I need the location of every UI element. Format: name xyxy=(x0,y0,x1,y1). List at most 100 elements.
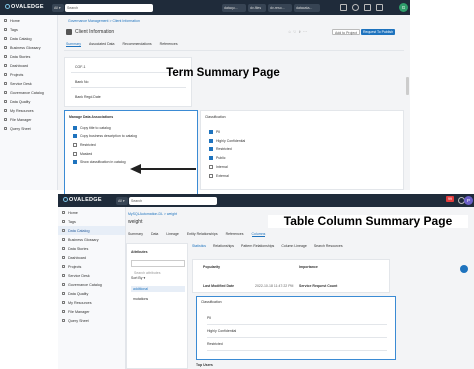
tab-recommendations[interactable]: Recommendations xyxy=(122,42,151,47)
user-avatar[interactable]: G xyxy=(399,3,408,12)
sidebar-item-service-desk[interactable]: Service Desk xyxy=(0,79,57,88)
tab-lineage[interactable]: Lineage xyxy=(166,232,178,237)
checkbox-row: Copy business description to catalog xyxy=(73,134,137,140)
sidebar-item-label: My Resources xyxy=(68,300,92,305)
sidebar-item-data-catalog[interactable]: Data Catalog xyxy=(58,226,125,235)
apps-icon[interactable] xyxy=(376,4,383,11)
checkbox-label: External xyxy=(216,173,229,178)
search-scope-dropdown[interactable]: All ▾ xyxy=(52,3,64,12)
sidebar-item-label: Query Sheet xyxy=(10,126,31,131)
add-to-project-button[interactable]: Add to Project xyxy=(332,29,360,35)
checkbox[interactable] xyxy=(73,125,77,130)
scrollbar[interactable] xyxy=(406,77,409,95)
breadcrumb[interactable]: MySQLAutomation-DL > weight xyxy=(128,212,177,216)
sidebar-item-label: Data Stories xyxy=(68,246,89,251)
sidebar-item-projects[interactable]: Projects xyxy=(58,262,125,271)
sidebar-item-data-quality[interactable]: Data Quality xyxy=(0,97,57,106)
tab-associated-data[interactable]: Associated Data xyxy=(89,42,115,47)
checkbox[interactable] xyxy=(209,156,213,161)
sidebar-item-governance-catalog[interactable]: Governance Catalog xyxy=(0,88,57,97)
attribute-item-mutations[interactable]: mutations xyxy=(131,296,150,302)
checkbox[interactable] xyxy=(73,134,77,139)
query-icon xyxy=(4,127,7,130)
service-request-label: Service Request Count xyxy=(299,284,338,288)
subtab-search-resources[interactable]: Search Resources xyxy=(314,244,343,248)
checkbox[interactable] xyxy=(209,173,213,178)
search-attributes-input[interactable]: Search attributes xyxy=(131,260,185,275)
tag-icon xyxy=(4,28,7,31)
user-avatar[interactable]: P xyxy=(464,196,473,205)
sort-by-dropdown[interactable]: Sort By ▾ xyxy=(131,276,145,280)
checkbox[interactable] xyxy=(73,142,77,147)
checkbox[interactable] xyxy=(209,164,213,169)
attributes-title: Attributes xyxy=(131,250,148,254)
home-icon xyxy=(62,211,65,214)
sidebar-item-my-resources[interactable]: My Resources xyxy=(0,106,57,115)
sidebar-item-file-manager[interactable]: File Manager xyxy=(0,115,57,124)
checkbox[interactable] xyxy=(73,160,77,165)
sidebar-item-home[interactable]: Home xyxy=(0,16,57,25)
sidebar-item-dashboard[interactable]: Dashboard xyxy=(0,61,57,70)
attribute-item-additional[interactable]: additional xyxy=(131,286,185,292)
open-tab-3[interactable]: dv-reso... xyxy=(268,3,292,12)
tab-columns[interactable]: Columns xyxy=(251,232,266,237)
sidebar-item-business-glossary[interactable]: Business Glossary xyxy=(58,235,125,244)
favorite-icon[interactable]: ☆ xyxy=(288,30,291,34)
open-tab-1[interactable]: dataqu... xyxy=(222,3,246,12)
subtab-column-lineage[interactable]: Column Lineage xyxy=(281,244,307,248)
tab-data[interactable]: Data xyxy=(151,232,158,237)
sidebar-item-tags[interactable]: Tags xyxy=(0,25,57,34)
app-logo[interactable]: OVALEDGE xyxy=(63,197,102,203)
sidebar-item-query-sheet[interactable]: Query Sheet xyxy=(0,124,57,133)
tab-references[interactable]: References xyxy=(160,42,178,47)
tab-references[interactable]: References xyxy=(226,232,244,237)
bottom-navbar: OVALEDGE All ▾ Search 99 P xyxy=(58,194,474,207)
sidebar-item-tags[interactable]: Tags xyxy=(58,217,125,226)
field-bank-no: Bank No xyxy=(75,80,89,84)
checkbox[interactable] xyxy=(73,151,77,156)
sidebar-item-service-desk[interactable]: Service Desk xyxy=(58,271,125,280)
tabs-divider xyxy=(64,50,404,51)
sidebar-item-projects[interactable]: Projects xyxy=(0,70,57,79)
sidebar-item-data-stories[interactable]: Data Stories xyxy=(0,52,57,61)
sidebar-item-home[interactable]: Home xyxy=(58,208,125,217)
sidebar-item-data-quality[interactable]: Data Quality xyxy=(58,289,125,298)
checkbox[interactable] xyxy=(209,129,213,134)
checkbox[interactable] xyxy=(209,138,213,143)
sidebar-item-dashboard[interactable]: Dashboard xyxy=(58,253,125,262)
global-search-input[interactable]: Search xyxy=(129,196,217,205)
subtab-statistics[interactable]: Statistics xyxy=(192,244,206,248)
checkbox[interactable] xyxy=(209,147,213,152)
sidebar-item-business-glossary[interactable]: Business Glossary xyxy=(0,43,57,52)
like-icon[interactable]: ♡ xyxy=(293,30,296,34)
subtab-relationships[interactable]: Relationships xyxy=(213,244,234,248)
column-title: weight xyxy=(128,219,143,225)
settings-icon[interactable] xyxy=(364,4,371,11)
request-publish-button[interactable]: Request To Publish xyxy=(361,29,396,35)
open-tab-4[interactable]: datacata... xyxy=(294,3,320,12)
subtab-pattern-relationships[interactable]: Pattern Relationships xyxy=(241,244,274,248)
tab-summary[interactable]: Summary xyxy=(66,42,81,47)
search-scope-dropdown[interactable]: All ▾ xyxy=(116,196,128,205)
sidebar-item-file-manager[interactable]: File Manager xyxy=(58,307,125,316)
tab-summary[interactable]: Summary xyxy=(128,232,143,237)
checkbox-row: Masked xyxy=(73,151,137,157)
sidebar-item-governance-catalog[interactable]: Governance Catalog xyxy=(58,280,125,289)
notification-badge[interactable]: 99 xyxy=(446,196,454,202)
sidebar-item-my-resources[interactable]: My Resources xyxy=(58,298,125,307)
sidebar-item-data-catalog[interactable]: Data Catalog xyxy=(0,34,57,43)
more-icon[interactable]: ⋯ xyxy=(303,30,307,34)
tab-entity-relationships[interactable]: Entity Relationships xyxy=(187,232,218,237)
help-icon[interactable] xyxy=(352,4,359,11)
sidebar-item-data-stories[interactable]: Data Stories xyxy=(58,244,125,253)
share-icon[interactable]: ⇪ xyxy=(298,30,301,34)
open-tab-2[interactable]: dv-files xyxy=(248,3,266,12)
sidebar-item-label: Service Desk xyxy=(10,81,32,86)
notification-icon[interactable] xyxy=(340,4,347,11)
help-fab-icon[interactable] xyxy=(460,265,468,273)
sidebar-item-query-sheet[interactable]: Query Sheet xyxy=(58,316,125,325)
app-logo[interactable]: OVALEDGE xyxy=(5,4,44,10)
global-search-input[interactable]: Search xyxy=(65,3,153,12)
breadcrumb[interactable]: Governance Management > Client Informati… xyxy=(68,19,140,23)
catalog-icon xyxy=(4,37,7,40)
